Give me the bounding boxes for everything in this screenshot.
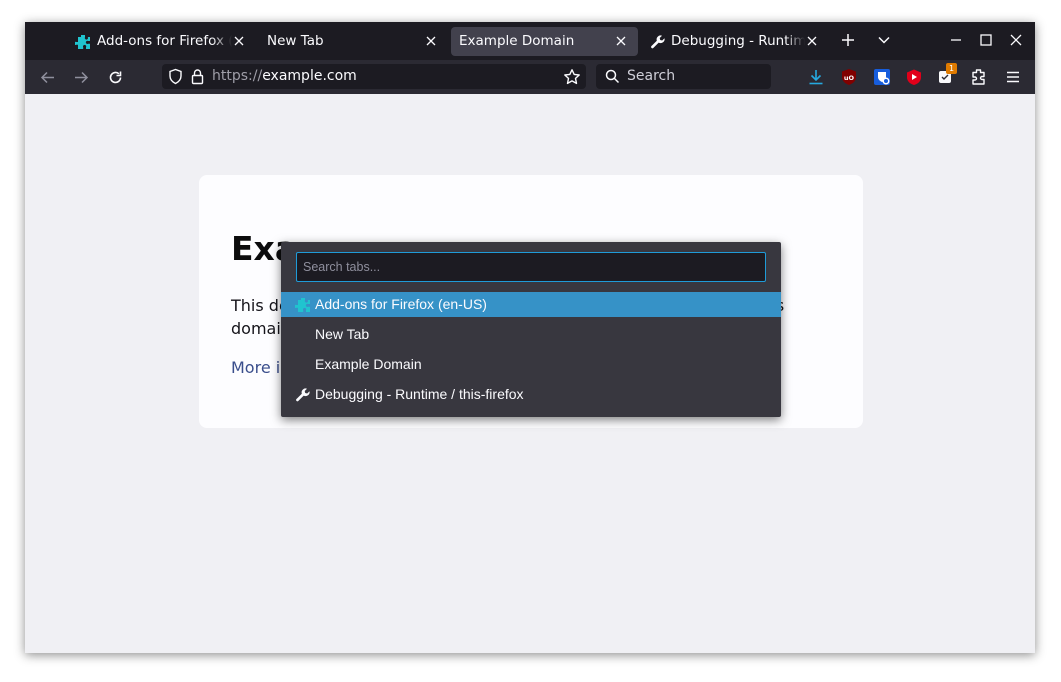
maximize-icon[interactable]	[978, 32, 994, 48]
panel-item-label: Add-ons for Firefox (en-US)	[315, 296, 487, 312]
youtube-icon[interactable]	[905, 68, 923, 86]
tab-debugging[interactable]: Debugging - Runtime	[650, 27, 822, 56]
search-icon	[605, 69, 620, 84]
tab-addons[interactable]: Add-ons for Firefox (e	[75, 27, 247, 56]
close-icon[interactable]	[232, 34, 246, 48]
url-bar[interactable]: https://example.com	[162, 64, 586, 89]
reload-icon[interactable]	[107, 69, 124, 86]
ublock-icon[interactable]: uO	[840, 68, 858, 86]
panel-item-addons[interactable]: Add-ons for Firefox (en-US)	[281, 292, 781, 317]
search-bar[interactable]: Search	[596, 64, 771, 89]
close-icon[interactable]	[614, 34, 628, 48]
lock-icon[interactable]	[189, 68, 206, 85]
shield-icon[interactable]	[167, 68, 184, 85]
close-icon[interactable]	[1008, 32, 1024, 48]
chevron-down-icon[interactable]	[876, 32, 892, 48]
search-tabs-input[interactable]	[296, 252, 766, 282]
panel-item-new-tab[interactable]: New Tab	[281, 322, 781, 347]
addons-puzzle-icon	[75, 35, 90, 49]
addons-puzzle-icon	[295, 298, 310, 312]
url-text[interactable]: https://example.com	[212, 64, 357, 89]
puzzle-extensions-icon[interactable]	[970, 68, 988, 86]
tab-label: Example Domain	[459, 33, 575, 49]
close-icon[interactable]	[805, 34, 819, 48]
panel-item-label: Debugging - Runtime / this-firefox	[315, 386, 524, 402]
extension-badge-icon[interactable]: 1	[938, 63, 957, 86]
download-icon[interactable]	[807, 68, 825, 86]
tab-label: New Tab	[267, 33, 324, 49]
browser-window: Add-ons for Firefox (e New Tab Example D…	[25, 22, 1035, 653]
back-arrow-icon[interactable]	[39, 69, 56, 86]
svg-text:uO: uO	[844, 74, 855, 82]
bookmark-star-icon[interactable]	[563, 68, 581, 86]
close-icon[interactable]	[424, 34, 438, 48]
panel-item-label: New Tab	[315, 326, 370, 342]
panel-item-label: Example Domain	[315, 356, 422, 372]
tab-label: Add-ons for Firefox (e	[97, 27, 232, 56]
hamburger-menu-icon[interactable]	[1004, 68, 1022, 86]
navigation-toolbar: https://example.com Search uO 1	[25, 60, 1035, 94]
bitwarden-icon[interactable]	[873, 68, 891, 86]
extension-badge-count: 1	[946, 63, 957, 74]
wrench-icon	[296, 388, 310, 402]
search-placeholder: Search	[627, 68, 676, 84]
tab-new-tab[interactable]: New Tab	[267, 27, 439, 56]
url-scheme: https://	[212, 68, 263, 84]
wrench-icon	[651, 35, 665, 49]
panel-item-example-domain[interactable]: Example Domain	[281, 352, 781, 377]
plus-icon[interactable]	[840, 32, 856, 48]
tab-example-domain[interactable]: Example Domain	[451, 27, 638, 56]
tab-bar: Add-ons for Firefox (e New Tab Example D…	[25, 22, 1035, 60]
minimize-icon[interactable]	[948, 32, 964, 48]
tab-search-panel: Add-ons for Firefox (en-US) New Tab Exam…	[281, 242, 781, 417]
url-host: example.com	[262, 68, 357, 84]
page-content: Exa This dothis domain More information.…	[25, 94, 1035, 653]
forward-arrow-icon[interactable]	[73, 69, 90, 86]
tab-label: Debugging - Runtime	[671, 27, 805, 56]
panel-item-debugging[interactable]: Debugging - Runtime / this-firefox	[281, 382, 781, 407]
